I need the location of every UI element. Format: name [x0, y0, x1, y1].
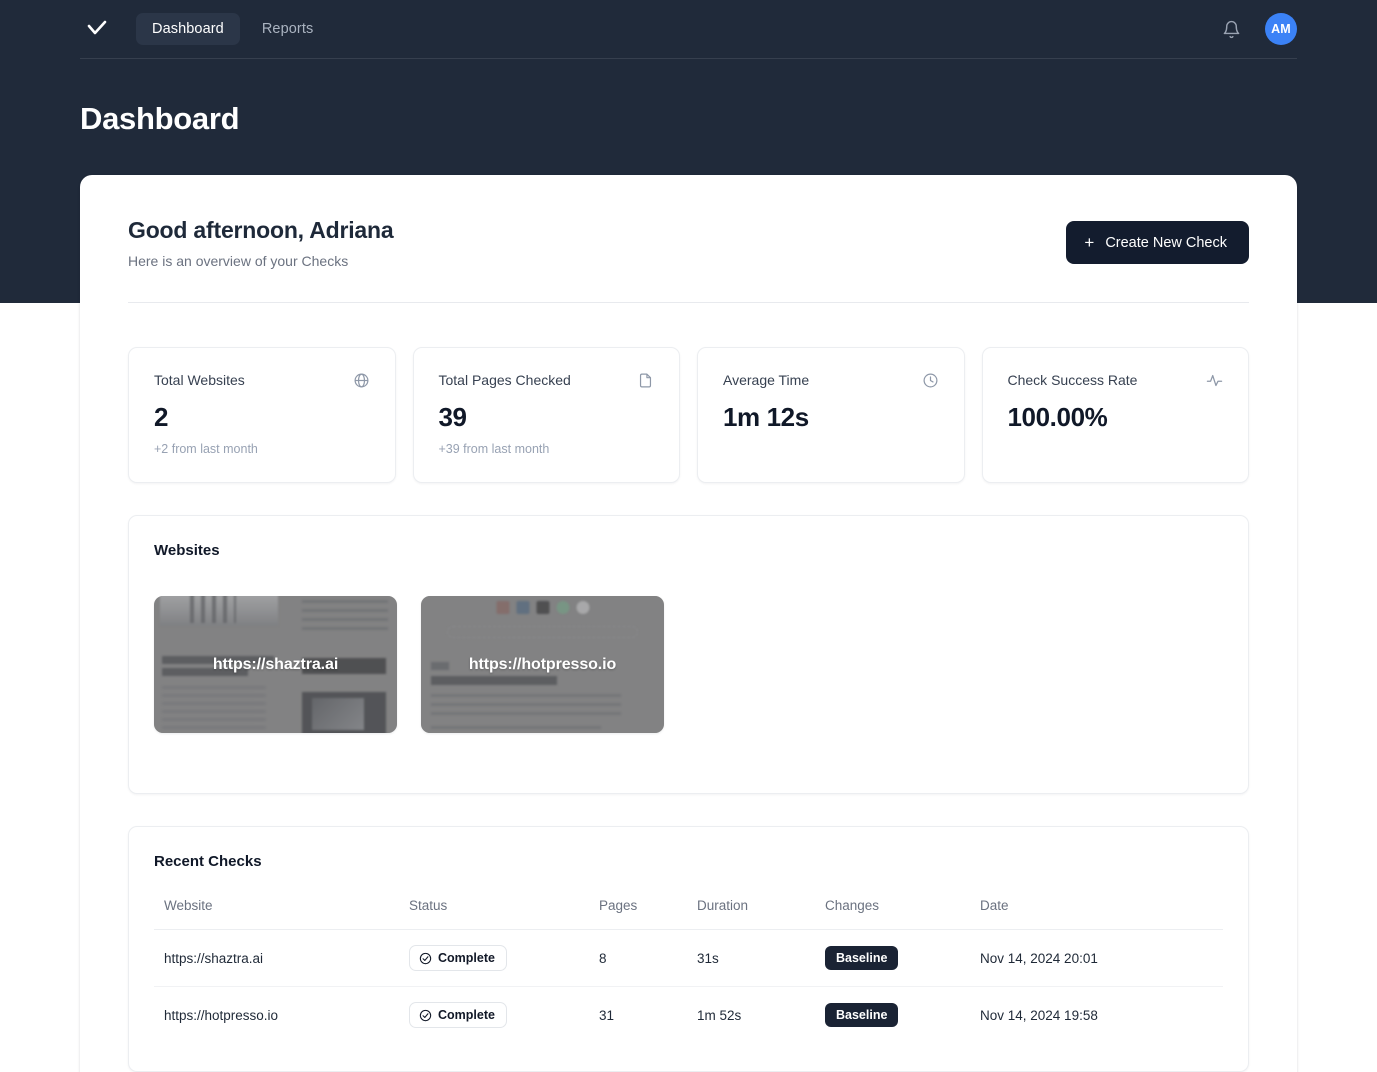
cell-date: Nov 14, 2024 19:58	[980, 987, 1223, 1044]
cell-changes: Baseline	[825, 930, 980, 987]
nav-left-group: Dashboard Reports	[80, 12, 329, 46]
stat-value: 100.00%	[1008, 402, 1224, 433]
stat-label: Total Pages Checked	[439, 372, 571, 388]
create-new-check-button[interactable]: + Create New Check	[1066, 221, 1249, 264]
cell-duration: 31s	[697, 930, 825, 987]
nav-links: Dashboard Reports	[136, 13, 329, 46]
nav-link-reports[interactable]: Reports	[246, 13, 329, 46]
greeting-text-group: Good afternoon, Adriana Here is an overv…	[128, 217, 393, 269]
stat-value: 2	[154, 402, 370, 433]
check-circle-icon	[419, 952, 432, 965]
cell-status: Complete	[409, 987, 599, 1044]
nav-link-dashboard[interactable]: Dashboard	[136, 13, 240, 46]
website-thumbnail-shaztra[interactable]: https://shaztra.ai	[154, 596, 397, 733]
table-row[interactable]: https://shaztra.ai Complete	[154, 930, 1223, 987]
website-thumbnail-hotpresso[interactable]: https://hotpresso.io	[421, 596, 664, 733]
stat-delta: +39 from last month	[439, 442, 655, 456]
cell-duration: 1m 52s	[697, 987, 825, 1044]
cell-pages: 8	[599, 930, 697, 987]
table-row[interactable]: https://hotpresso.io Complete	[154, 987, 1223, 1044]
clock-icon	[922, 372, 939, 389]
stat-card-total-pages-checked: Total Pages Checked 39 +39 from last mon…	[413, 347, 681, 483]
check-logo-icon[interactable]	[80, 12, 114, 46]
table-body: https://shaztra.ai Complete	[154, 930, 1223, 1044]
nav-divider	[80, 58, 1297, 59]
stat-card-header: Check Success Rate	[1008, 372, 1224, 389]
stat-cards-grid: Total Websites 2 +2 from last month Tota…	[128, 347, 1249, 483]
avatar[interactable]: AM	[1265, 13, 1297, 45]
website-url-label: https://hotpresso.io	[421, 596, 664, 733]
stat-delta: +2 from last month	[154, 442, 370, 456]
globe-icon	[353, 372, 370, 389]
stat-label: Total Websites	[154, 372, 245, 388]
recent-checks-title: Recent Checks	[154, 853, 1223, 870]
create-new-check-label: Create New Check	[1105, 235, 1227, 251]
table-header-row: Website Status Pages Duration Changes Da…	[154, 898, 1223, 930]
cell-pages: 31	[599, 987, 697, 1044]
greeting-subtitle: Here is an overview of your Checks	[128, 253, 393, 269]
table-header: Website Status Pages Duration Changes Da…	[154, 898, 1223, 930]
greeting-title: Good afternoon, Adriana	[128, 217, 393, 244]
cell-status: Complete	[409, 930, 599, 987]
status-badge: Complete	[409, 1002, 507, 1028]
stat-card-header: Total Websites	[154, 372, 370, 389]
nav-right-group: AM	[1219, 13, 1297, 45]
stat-label: Check Success Rate	[1008, 372, 1138, 388]
changes-badge: Baseline	[825, 1003, 898, 1027]
check-circle-icon	[419, 1009, 432, 1022]
stat-card-check-success-rate: Check Success Rate 100.00%	[982, 347, 1250, 483]
recent-checks-table: Website Status Pages Duration Changes Da…	[154, 898, 1223, 1043]
page-title: Dashboard	[80, 101, 239, 137]
status-badge: Complete	[409, 945, 507, 971]
bell-icon[interactable]	[1219, 17, 1243, 41]
website-thumbnails: https://shaztra.ai https://hotpresso.io	[154, 596, 1223, 765]
stat-card-total-websites: Total Websites 2 +2 from last month	[128, 347, 396, 483]
websites-panel: Websites https://shaztra.ai	[128, 515, 1249, 794]
cell-website: https://shaztra.ai	[154, 930, 409, 987]
cell-date: Nov 14, 2024 20:01	[980, 930, 1223, 987]
stat-card-average-time: Average Time 1m 12s	[697, 347, 965, 483]
recent-checks-panel: Recent Checks Website Status Pages Durat…	[128, 826, 1249, 1072]
stat-label: Average Time	[723, 372, 809, 388]
website-url-label: https://shaztra.ai	[154, 596, 397, 733]
activity-icon	[1206, 372, 1223, 389]
column-header-duration: Duration	[697, 898, 825, 930]
stat-value: 1m 12s	[723, 402, 939, 433]
file-icon	[637, 372, 654, 389]
status-label: Complete	[438, 1008, 495, 1022]
websites-panel-title: Websites	[154, 542, 1223, 559]
stat-card-header: Total Pages Checked	[439, 372, 655, 389]
status-label: Complete	[438, 951, 495, 965]
changes-badge: Baseline	[825, 946, 898, 970]
column-header-website: Website	[154, 898, 409, 930]
greeting-row: Good afternoon, Adriana Here is an overv…	[128, 217, 1249, 269]
stat-value: 39	[439, 402, 655, 433]
column-header-pages: Pages	[599, 898, 697, 930]
dashboard-card: Good afternoon, Adriana Here is an overv…	[80, 175, 1297, 1072]
column-header-date: Date	[980, 898, 1223, 930]
cell-website: https://hotpresso.io	[154, 987, 409, 1044]
stat-card-header: Average Time	[723, 372, 939, 389]
column-header-status: Status	[409, 898, 599, 930]
section-divider	[128, 302, 1249, 303]
top-navigation-bar: Dashboard Reports AM	[0, 0, 1377, 58]
cell-changes: Baseline	[825, 987, 980, 1044]
column-header-changes: Changes	[825, 898, 980, 930]
plus-icon: +	[1084, 234, 1094, 251]
